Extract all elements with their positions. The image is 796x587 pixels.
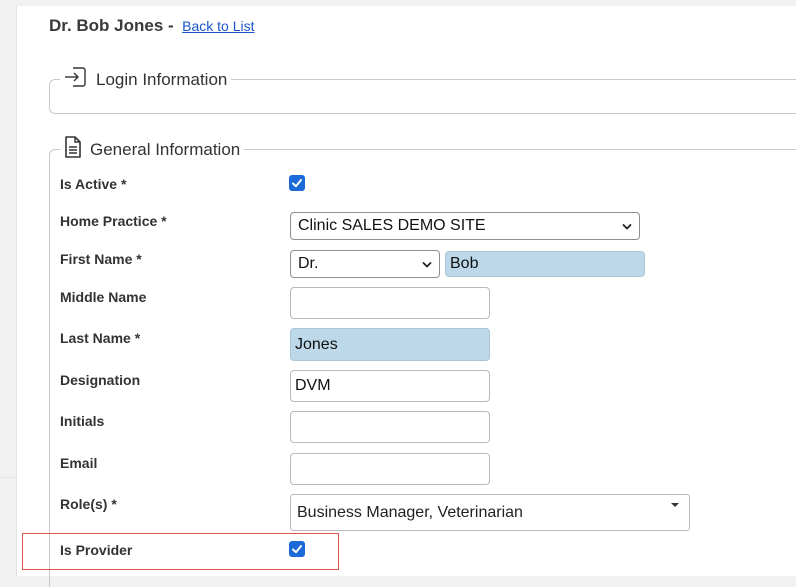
page-title: Dr. Bob Jones -: [49, 16, 174, 35]
home-practice-value: Clinic SALES DEMO SITE: [298, 217, 486, 234]
login-information-legend[interactable]: Login Information: [60, 66, 231, 93]
is-active-checkbox[interactable]: [289, 175, 305, 191]
middle-name-input[interactable]: [290, 287, 490, 319]
last-name-input[interactable]: Jones: [290, 328, 490, 361]
initials-label: Initials: [60, 413, 105, 429]
sign-in-icon: [64, 66, 88, 93]
first-name-input[interactable]: Bob: [445, 251, 645, 277]
email-input[interactable]: [290, 453, 490, 485]
designation-input[interactable]: DVM: [290, 370, 490, 402]
roles-value: Business Manager, Veterinarian: [297, 503, 523, 521]
is-active-label: Is Active *: [60, 176, 127, 192]
document-icon: [64, 136, 82, 163]
name-prefix-value: Dr.: [298, 255, 319, 272]
roles-multiselect[interactable]: Business Manager, Veterinarian: [290, 494, 690, 531]
middle-name-label: Middle Name: [60, 289, 147, 305]
chevron-down-icon: [422, 262, 432, 268]
email-label: Email: [60, 455, 98, 471]
name-prefix-select[interactable]: Dr.: [290, 250, 440, 278]
general-information-title: General Information: [90, 139, 241, 159]
home-practice-select[interactable]: Clinic SALES DEMO SITE: [290, 212, 640, 240]
checkmark-icon: [292, 179, 302, 188]
back-to-list-link[interactable]: Back to List: [182, 18, 254, 34]
designation-label: Designation: [60, 372, 141, 388]
page: Dr. Bob Jones - Back to List Login Infor…: [0, 0, 796, 587]
general-information-legend[interactable]: General Information: [60, 136, 244, 163]
first-name-label: First Name *: [60, 251, 142, 267]
last-name-label: Last Name *: [60, 330, 141, 346]
checkmark-icon: [292, 545, 302, 554]
initials-input[interactable]: [290, 411, 490, 443]
login-information-section[interactable]: Login Information: [49, 66, 796, 114]
caret-down-icon: [671, 503, 679, 507]
is-provider-label: Is Provider: [60, 542, 133, 558]
roles-label: Role(s) *: [60, 496, 117, 512]
chevron-down-icon: [622, 224, 632, 230]
home-practice-label: Home Practice *: [60, 213, 167, 229]
is-provider-checkbox[interactable]: [289, 541, 305, 557]
page-header: Dr. Bob Jones - Back to List: [49, 16, 255, 36]
left-gutter: [0, 0, 16, 576]
login-information-title: Login Information: [96, 69, 228, 89]
